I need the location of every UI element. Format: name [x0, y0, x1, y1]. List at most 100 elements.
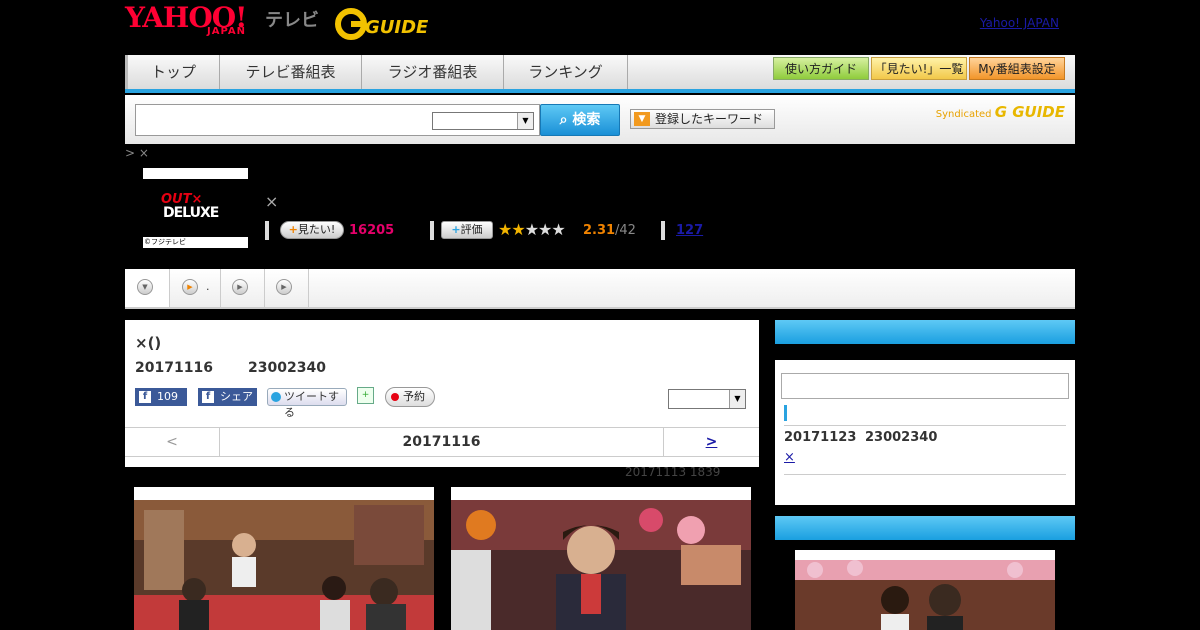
rating-value: 2.31: [583, 223, 616, 238]
reserve-label: 予約: [403, 390, 425, 403]
episode-panel: ×() 20171116 23002340 f 109 f シェア ツイートする +…: [125, 320, 759, 467]
related-box: [775, 516, 1075, 630]
sidebar-input[interactable]: [781, 373, 1069, 399]
related-photo-image: [795, 560, 1055, 630]
facebook-icon: f: [202, 391, 214, 403]
subtab-cast[interactable]: ▶: [265, 269, 309, 307]
next-episode-link[interactable]: ×: [784, 450, 795, 465]
search-bar: ▼ ⌕ 検索 ▼ 登録したキーワード Syndicated G GUIDE: [125, 95, 1075, 144]
star-filled-icon: ★: [511, 220, 525, 239]
divider: [784, 425, 1066, 426]
yahoo-logo-sub: JAPAN: [207, 26, 246, 37]
date-navigation: < 20171116 >: [125, 427, 759, 457]
chevron-down-icon: ▼: [729, 390, 745, 408]
want-count: 16205: [349, 223, 395, 238]
service-name[interactable]: テレビ: [265, 6, 319, 32]
episode-photo-image: [451, 500, 751, 630]
site-header: YAHOO! JAPAN テレビ GUIDE Yahoo! JAPAN: [125, 0, 1075, 55]
chevron-down-icon: ▼: [517, 113, 533, 129]
episode-time: 23002340: [248, 360, 326, 376]
play-icon: ▶: [182, 279, 198, 295]
search-category-select[interactable]: ▼: [432, 112, 534, 130]
updated-timestamp: 20171113 1839: [625, 465, 721, 479]
plus-icon: +: [451, 223, 461, 236]
page: YAHOO! JAPAN テレビ GUIDE Yahoo! JAPAN トップ …: [0, 0, 1200, 630]
search-button[interactable]: ⌕ 検索: [540, 104, 620, 136]
box-subheader: [775, 344, 1075, 360]
my-listings-settings-button[interactable]: My番組表設定: [969, 57, 1065, 80]
subtab-episodes[interactable]: ▶ .: [170, 269, 221, 307]
facebook-icon: f: [139, 391, 151, 403]
program-logo-main: DELUXE: [163, 205, 219, 221]
section-marker: [784, 405, 787, 421]
tab-ranking[interactable]: ランキング: [504, 55, 628, 89]
next-broadcast-box: 20171123 23002340 ×: [775, 320, 1075, 505]
gguide-logo[interactable]: GUIDE: [335, 8, 435, 40]
review-button-label: 評価: [460, 223, 483, 236]
star-empty-icon: ★: [538, 220, 552, 239]
star-empty-icon: ★: [551, 220, 565, 239]
next-time: 23002340: [865, 430, 938, 445]
prev-date-button[interactable]: <: [125, 428, 220, 456]
facebook-like-button[interactable]: f 109: [135, 388, 187, 406]
tab-radio-listings[interactable]: ラジオ番組表: [362, 55, 504, 89]
subtab-label: .: [206, 280, 210, 293]
main-nav: トップ テレビ番組表 ラジオ番組表 ランキング 使い方ガイド 「見たい!」一覧 …: [125, 55, 1075, 93]
record-icon: [391, 393, 399, 401]
program-logo: OUT× DELUXE ©フジテレビ: [143, 168, 248, 248]
yahoo-japan-link[interactable]: Yahoo! JAPAN: [980, 16, 1059, 30]
program-copyright: ©フジテレビ: [144, 238, 186, 246]
comments-link[interactable]: 127: [676, 223, 703, 238]
episode-title: ×(): [135, 334, 162, 352]
want-button[interactable]: +見たい!: [280, 221, 344, 239]
box-header: [775, 516, 1075, 540]
syndicated-logo: Syndicated G GUIDE: [936, 103, 1065, 121]
star-filled-icon: ★: [498, 220, 512, 239]
tab-tv-listings[interactable]: テレビ番組表: [220, 55, 362, 89]
reserve-button[interactable]: 予約: [385, 387, 435, 407]
search-icon: ⌕: [559, 112, 568, 128]
facebook-share-label: シェア: [220, 390, 253, 403]
play-icon: ▶: [276, 279, 292, 295]
related-photo[interactable]: [795, 550, 1055, 630]
twitter-icon: [271, 392, 281, 402]
tweet-label: ツイートする: [284, 390, 339, 419]
facebook-share-button[interactable]: f シェア: [198, 388, 257, 406]
next-date-button[interactable]: >: [663, 428, 759, 456]
plus-icon: +: [288, 223, 298, 236]
next-date: 20171123: [784, 430, 857, 445]
facebook-like-count: 109: [157, 390, 178, 403]
breadcrumb[interactable]: > ×: [125, 146, 149, 160]
star-empty-icon: ★: [524, 220, 539, 239]
search-button-label: 検索: [572, 112, 601, 128]
chevron-down-icon: ▼: [137, 279, 153, 295]
subtab-reviews[interactable]: ▶: [221, 269, 265, 307]
box-header: [775, 320, 1075, 344]
program-subtabs: ▼ ▶ . ▶ ▶: [125, 269, 1075, 309]
episode-photo[interactable]: [451, 487, 751, 630]
program-title: ×: [265, 192, 279, 211]
episode-date: 20171116: [135, 360, 213, 376]
saved-keywords-button[interactable]: ▼ 登録したキーワード: [630, 109, 775, 129]
tweet-button[interactable]: ツイートする: [267, 388, 347, 419]
saved-keywords-label: 登録したキーワード: [655, 112, 764, 126]
divider: [265, 221, 269, 240]
episode-photo[interactable]: [134, 487, 434, 630]
divider: [430, 221, 434, 240]
current-date: 20171116: [402, 434, 481, 450]
tab-top[interactable]: トップ: [125, 55, 220, 89]
rating-stars: ★★★★★: [498, 220, 566, 239]
guide-button[interactable]: 使い方ガイド: [773, 57, 869, 80]
subtab-info[interactable]: ▼: [125, 269, 170, 307]
syndicated-brand: G GUIDE: [994, 103, 1065, 121]
gguide-text: GUIDE: [365, 17, 429, 38]
syndicated-label: Syndicated: [935, 109, 992, 120]
divider: [784, 474, 1066, 475]
dropdown-icon: ▼: [634, 112, 650, 126]
want-list-button[interactable]: 「見たい!」一覧: [871, 57, 967, 80]
review-button[interactable]: +評価: [441, 221, 493, 239]
reminder-select[interactable]: ▼: [668, 389, 746, 409]
rating-count: /42: [615, 223, 636, 238]
bookmark-icon[interactable]: +: [357, 387, 374, 404]
want-button-label: 見たい!: [297, 223, 336, 236]
